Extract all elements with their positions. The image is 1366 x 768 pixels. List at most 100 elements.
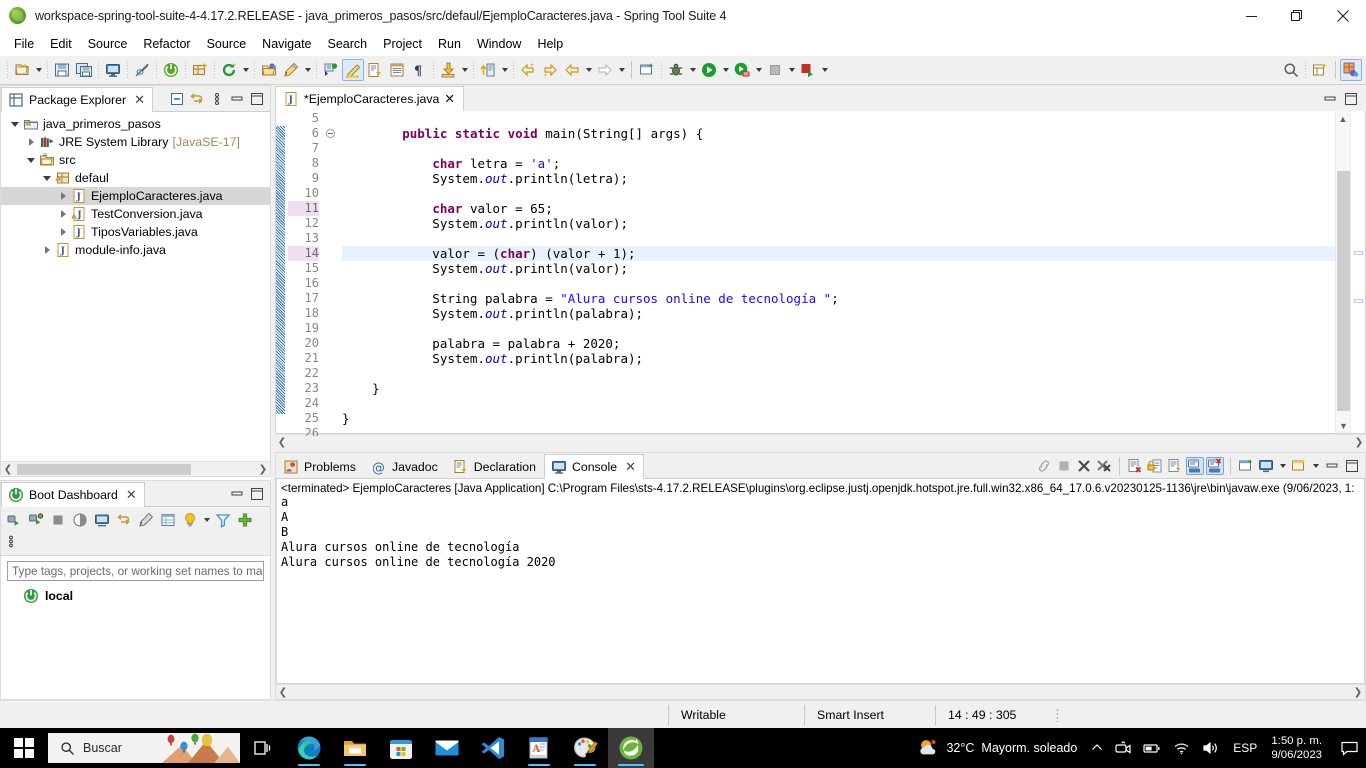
tab-package-explorer[interactable]: Package Explorer ✕ (1, 87, 153, 112)
vscroll-thumb[interactable] (1337, 171, 1350, 411)
code-line[interactable]: } (342, 411, 1335, 426)
maximize-view-icon[interactable] (1343, 457, 1361, 475)
menu-help[interactable]: Help (529, 35, 571, 53)
remove-all-terminated-icon[interactable] (1095, 457, 1113, 475)
editor-code[interactable]: public static void main(String[] args) {… (338, 111, 1335, 433)
code-line[interactable]: } (342, 381, 1335, 396)
dropdown-icon[interactable] (201, 509, 212, 531)
tree-item-defaul[interactable]: defaul (1, 169, 270, 187)
code-line[interactable]: char letra = 'a'; (342, 156, 1335, 171)
code-line[interactable]: String palabra = "Alura cursos online de… (342, 291, 1335, 306)
display-selected-console-icon[interactable] (1257, 457, 1275, 475)
tree-item-java-primeros-pasos[interactable]: java_primeros_pasos (1, 115, 270, 133)
twisty-icon[interactable] (55, 228, 71, 236)
menu-navigate[interactable]: Navigate (254, 35, 319, 53)
minimize-view-icon[interactable] (228, 90, 246, 108)
scroll-left-icon[interactable]: ❮ (276, 687, 290, 698)
twisty-icon[interactable] (7, 121, 23, 127)
package-explorer-hscrollbar[interactable]: ❮ ❯ (1, 461, 270, 476)
menu-edit[interactable]: Edit (42, 35, 80, 53)
menu-refactor[interactable]: Refactor (135, 35, 198, 53)
code-line[interactable]: char valor = 65; (342, 201, 1335, 216)
minimize-view-icon[interactable] (228, 485, 246, 503)
hscroll-track[interactable] (15, 462, 256, 476)
scroll-right-icon[interactable]: ❯ (256, 464, 270, 475)
console-hscrollbar[interactable]: ❮ ❯ (276, 684, 1365, 699)
link-icon[interactable] (1035, 457, 1053, 475)
lightbulb-icon[interactable] (179, 509, 201, 531)
highlight-icon[interactable] (342, 59, 364, 81)
hscroll-track[interactable] (290, 685, 1351, 699)
back-dropdown-icon[interactable] (583, 59, 594, 81)
code-line[interactable]: System.out.println(valor); (342, 261, 1335, 276)
tab-javadoc[interactable]: @ Javadoc (364, 454, 446, 479)
show-hidden-icons-chevron[interactable] (1085, 728, 1109, 768)
package-explorer-tree[interactable]: java_primeros_pasos JRE System Library [… (1, 112, 270, 461)
collapse-all-icon[interactable] (168, 90, 186, 108)
link-with-editor-icon[interactable] (188, 90, 206, 108)
status-resize-grip[interactable] (1056, 707, 1059, 722)
close-icon[interactable]: ✕ (134, 94, 145, 107)
taskbar-app-spring-tool-suite[interactable] (608, 728, 654, 768)
close-icon[interactable]: ✕ (126, 489, 137, 502)
stop-relaunch-icon[interactable] (797, 59, 819, 81)
taskbar-app-text-editor[interactable]: A (516, 728, 562, 768)
search-icon[interactable] (1280, 59, 1302, 81)
restart-icon[interactable] (69, 509, 91, 531)
terminate-icon[interactable] (764, 59, 786, 81)
forward-dropdown-icon[interactable] (616, 59, 627, 81)
taskbar-app-vscode[interactable] (470, 728, 516, 768)
menu-file[interactable]: File (6, 35, 42, 53)
new-window-icon[interactable] (636, 59, 658, 81)
code-line[interactable]: public static void main(String[] args) { (342, 126, 1335, 141)
run-coverage-dropdown-icon[interactable] (753, 59, 764, 81)
scroll-left-icon[interactable]: ❮ (275, 437, 289, 448)
debug-icon[interactable] (665, 59, 687, 81)
boot-dashboard-filter-input[interactable]: Type tags, projects, or working set name… (7, 561, 264, 581)
taskbar-clock[interactable]: 1:50 p. m. 9/06/2023 (1265, 734, 1332, 762)
taskbar-app-mail[interactable] (424, 728, 470, 768)
pilcrow-icon[interactable]: ¶ (408, 59, 430, 81)
edit-icon[interactable] (135, 509, 157, 531)
run-icon[interactable] (698, 59, 720, 81)
new-spreadsheet-icon[interactable] (1309, 59, 1331, 81)
save-icon[interactable] (51, 59, 73, 81)
code-line[interactable] (342, 366, 1335, 381)
code-line[interactable]: System.out.println(palabra); (342, 306, 1335, 321)
close-button[interactable] (1320, 0, 1366, 32)
taskbar-weather[interactable]: 32°C Mayorm. soleado (903, 737, 1085, 759)
previous-annotation-icon[interactable] (517, 59, 539, 81)
scroll-lock-icon[interactable] (1146, 457, 1164, 475)
taskbar-app-edge[interactable] (286, 728, 332, 768)
tab-declaration[interactable]: Declaration (446, 454, 544, 479)
code-line[interactable]: palabra = palabra + 2020; (342, 336, 1335, 351)
close-icon[interactable]: ✕ (625, 461, 636, 474)
toggle-mark-occurrences-icon[interactable] (131, 59, 153, 81)
taskbar-app-microsoft-store[interactable] (378, 728, 424, 768)
code-line[interactable] (342, 276, 1335, 291)
maximize-view-icon[interactable] (248, 485, 266, 503)
tree-item-jre-system-library[interactable]: JRE System Library [JavaSE-17] (1, 133, 270, 151)
show-console-on-output-icon[interactable] (1186, 456, 1204, 475)
twisty-icon[interactable] (39, 175, 55, 181)
word-wrap-icon[interactable] (1166, 457, 1184, 475)
menu-run[interactable]: Run (430, 35, 469, 53)
debug-start-icon[interactable] (25, 509, 47, 531)
toggle-breadcrumb-icon[interactable] (320, 59, 342, 81)
twisty-icon[interactable] (23, 138, 39, 146)
stop-icon[interactable] (47, 509, 69, 531)
tab-boot-dashboard[interactable]: Boot Dashboard ✕ (1, 482, 145, 507)
tab-ejemplocaracteres-java[interactable]: J *EjemploCaracteres.java ✕ (275, 86, 464, 111)
menu-source-2[interactable]: Source (199, 35, 255, 53)
view-menu-icon[interactable] (3, 531, 25, 553)
tree-item-tiposvariables-java[interactable]: J TiposVariables.java (1, 223, 270, 241)
show-whitespace-icon[interactable] (386, 59, 408, 81)
action-center-button[interactable] (1332, 728, 1366, 768)
open-task-icon[interactable] (364, 59, 386, 81)
hscroll-thumb[interactable] (17, 463, 191, 475)
code-line[interactable] (342, 141, 1335, 156)
twisty-icon[interactable] (39, 246, 55, 254)
twisty-icon[interactable] (55, 210, 71, 218)
new-wizard-dropdown-icon[interactable] (33, 59, 44, 81)
close-icon[interactable]: ✕ (444, 92, 454, 106)
